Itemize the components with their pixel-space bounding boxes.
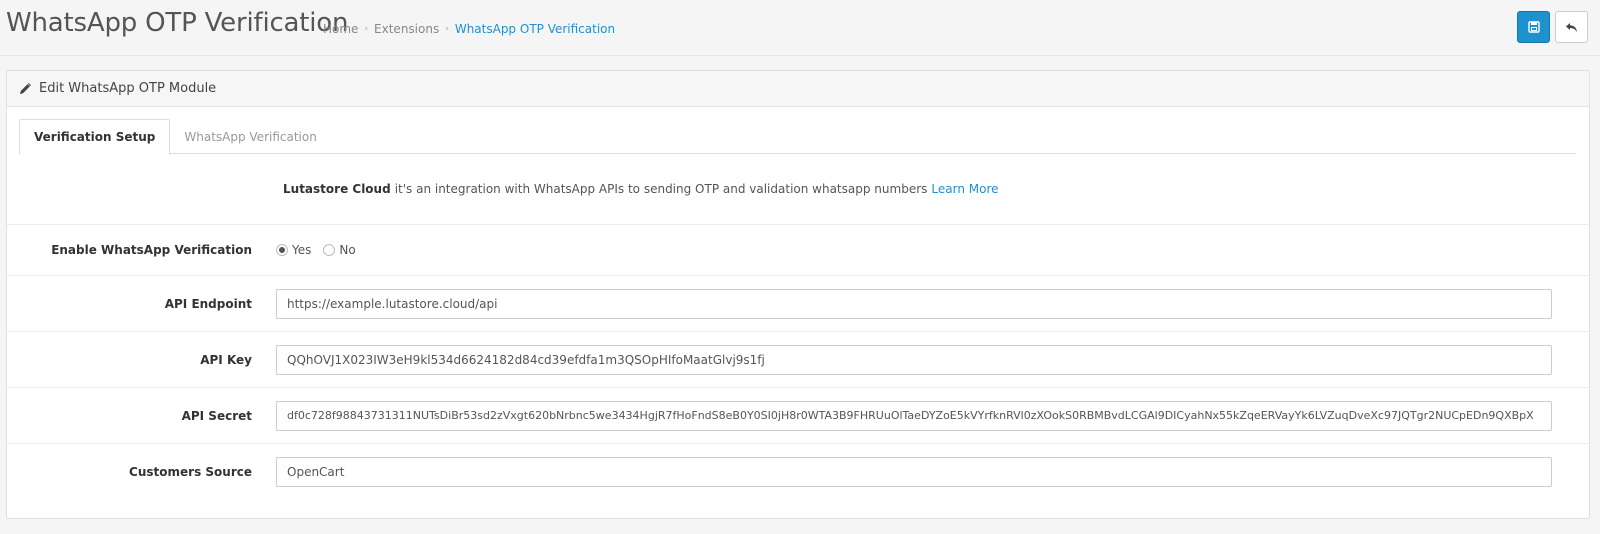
breadcrumb-separator-icon: ›	[445, 24, 449, 34]
pencil-icon	[20, 82, 31, 94]
form-row-secret: API Secret df0c728f98843731311NUTsDiBr53…	[7, 388, 1589, 444]
breadcrumb-separator-icon: ›	[364, 24, 369, 34]
breadcrumb-home[interactable]: Home	[323, 22, 358, 36]
enable-yes-radio[interactable]: Yes	[276, 243, 311, 257]
form-row-endpoint: API Endpoint https://example.lutastore.c…	[7, 276, 1589, 332]
intro-text: it's an integration with WhatsApp APIs t…	[394, 182, 928, 196]
back-button[interactable]	[1555, 11, 1588, 43]
tab-verification-setup[interactable]: Verification Setup	[19, 119, 171, 155]
api-secret-input[interactable]: df0c728f98843731311NUTsDiBr53sd2zVxgt620…	[276, 400, 1552, 431]
radio-checked-icon[interactable]	[276, 244, 288, 256]
breadcrumb: Home › Extensions › WhatsApp OTP Verific…	[323, 22, 615, 36]
learn-more-link[interactable]: Learn More	[931, 182, 998, 196]
radio-unchecked-icon[interactable]	[323, 244, 336, 256]
breadcrumb-extensions[interactable]: Extensions	[374, 22, 439, 36]
panel-heading-title: Edit WhatsApp OTP Module	[39, 81, 217, 96]
edit-module-panel: Edit WhatsApp OTP Module Verification Se…	[6, 70, 1590, 519]
api-secret-label: API Secret	[181, 408, 252, 423]
api-key-label: API Key	[200, 352, 252, 367]
save-icon	[1527, 21, 1540, 33]
customers-source-label: Customers Source	[129, 465, 252, 479]
enable-label: Enable WhatsApp Verification	[51, 243, 252, 257]
page-header: WhatsApp OTP Verification Home › Extensi…	[0, 0, 1600, 56]
form-row-enable: Enable WhatsApp Verification Yes No	[7, 225, 1589, 276]
save-button[interactable]	[1517, 11, 1550, 43]
form-row-source: Customers Source OpenCart	[7, 444, 1589, 500]
module-intro: Lutastore Cloud it's an integration with…	[7, 154, 1589, 225]
reply-icon	[1566, 23, 1577, 32]
breadcrumb-current[interactable]: WhatsApp OTP Verification	[455, 22, 615, 36]
enable-no-label: No	[339, 243, 356, 257]
enable-radio-group: Yes No	[276, 243, 1552, 257]
form-row-key: API Key QQhOVJ1X023IW3eH9kl534d6624182d8…	[7, 332, 1589, 388]
page-title: WhatsApp OTP Verification	[6, 8, 349, 38]
api-key-input[interactable]: QQhOVJ1X023IW3eH9kl534d6624182d84cd39efd…	[276, 344, 1552, 375]
tab-whatsapp-verification[interactable]: WhatsApp Verification	[170, 119, 330, 154]
endpoint-label: API Endpoint	[164, 296, 252, 311]
intro-brand: Lutastore Cloud	[283, 182, 391, 196]
panel-heading: Edit WhatsApp OTP Module	[7, 71, 1589, 107]
enable-no-radio[interactable]: No	[323, 243, 356, 257]
customers-source-input[interactable]: OpenCart	[276, 457, 1552, 487]
enable-yes-label: Yes	[292, 243, 312, 257]
tab-bar: Verification Setup WhatsApp Verification	[19, 119, 1576, 155]
endpoint-input[interactable]: https://example.lutastore.cloud/api	[276, 288, 1552, 319]
